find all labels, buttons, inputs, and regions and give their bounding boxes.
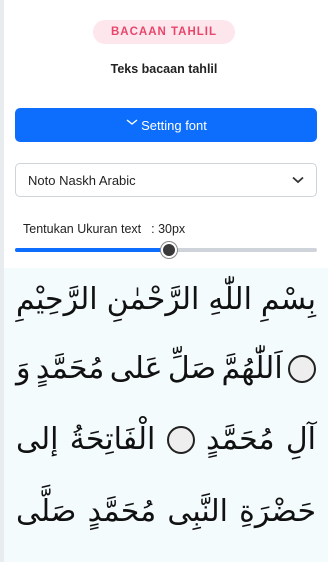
arabic-word: الرَّحْمٰنِ — [106, 282, 200, 317]
arabic-line-2: اَللّٰهُمَّ صَلِّ عَلى مُحَمَّدٍ وَ — [16, 351, 316, 386]
slider-thumb[interactable] — [160, 242, 177, 258]
arabic-text-panel: بِسْمِ اللّٰهِ الرَّحْمٰنِ الرَّحِيْمِ ا… — [4, 268, 328, 562]
font-select-value: Noto Naskh Arabic — [28, 172, 136, 188]
arabic-word: النَّبِى — [167, 494, 228, 529]
arabic-word: الْفَاتِحَةُ — [69, 422, 156, 457]
arabic-word: إلى — [16, 422, 59, 457]
page-subtitle: Teks bacaan tahlil — [110, 62, 218, 76]
font-select[interactable]: Noto Naskh Arabic — [15, 163, 317, 197]
arabic-word: صَلِّ — [167, 351, 217, 386]
verse-marker-icon — [166, 425, 195, 454]
arabic-line-4: حَضْرَةِ النَّبِى مُحَمَّدٍ صَلَّى — [16, 494, 316, 529]
badge-wrap: BACAAN TAHLIL — [0, 20, 328, 44]
arabic-word: اللّٰهِ — [208, 282, 252, 317]
font-size-label: Tentukan Ukuran text : 30px — [23, 222, 185, 236]
arabic-line-3: آلِ مُحَمَّدٍ الْفَاتِحَةُ إلى — [16, 422, 316, 457]
arabic-word: حَضْرَةِ — [239, 494, 316, 529]
arabic-word: الرَّحِيْمِ — [16, 282, 98, 317]
chevron-down-icon — [126, 119, 138, 125]
setting-font-label: Setting font — [141, 117, 207, 133]
verse-marker-icon — [288, 354, 316, 383]
arabic-word: آلِ — [285, 422, 316, 457]
arabic-word: مُحَمَّدٍ — [87, 494, 157, 529]
page-badge: BACAAN TAHLIL — [92, 20, 236, 44]
font-size-label-text: Tentukan Ukuran text — [23, 222, 142, 236]
arabic-word: صَلَّى — [16, 494, 77, 529]
font-size-value: : 30px — [151, 222, 186, 236]
arabic-line-1: بِسْمِ اللّٰهِ الرَّحْمٰنِ الرَّحِيْمِ — [16, 282, 316, 317]
slider-fill — [15, 248, 169, 252]
arabic-word: مُحَمَّدٍ — [206, 422, 275, 457]
arabic-word: بِسْمِ — [260, 282, 316, 317]
arabic-word: مُحَمَّدٍ — [35, 351, 105, 386]
arabic-word: وَ — [16, 351, 31, 386]
chevron-down-icon — [292, 176, 304, 184]
font-size-slider[interactable] — [15, 242, 317, 258]
arabic-word: عَلى — [109, 351, 163, 386]
setting-font-button[interactable]: Setting font — [15, 108, 317, 142]
arabic-word: اَللّٰهُمَّ — [221, 351, 283, 386]
